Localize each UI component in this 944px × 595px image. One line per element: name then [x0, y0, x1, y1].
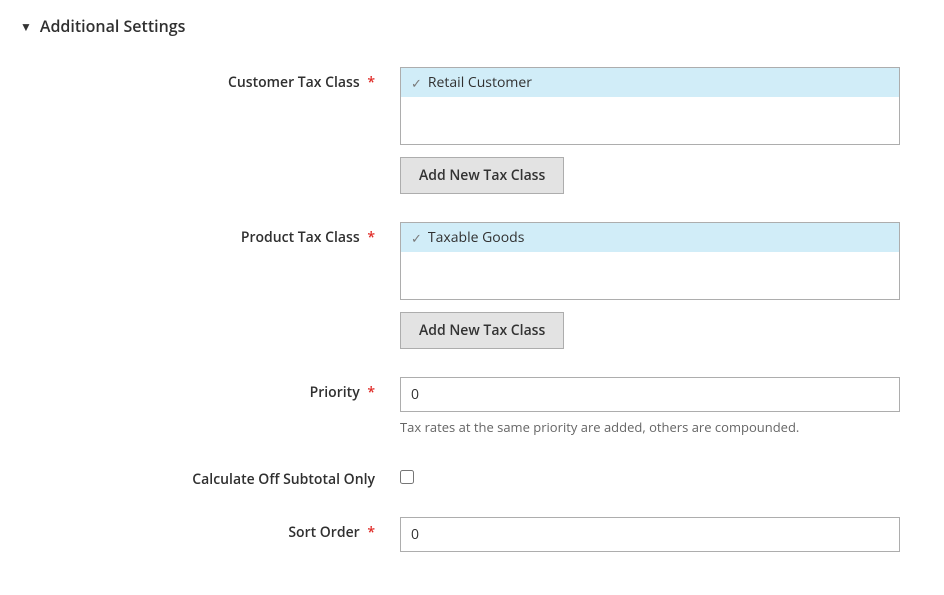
- customer-tax-class-label: Customer Tax Class *: [20, 67, 400, 92]
- customer-tax-class-option[interactable]: ✓ Retail Customer: [401, 68, 899, 97]
- required-mark-icon: *: [367, 383, 375, 402]
- label-text: Customer Tax Class: [228, 73, 360, 92]
- section-title: Additional Settings: [40, 15, 186, 37]
- label-text: Priority: [310, 383, 360, 402]
- checkmark-icon: ✓: [411, 229, 422, 247]
- collapse-arrow-icon: ▼: [20, 18, 32, 35]
- required-mark-icon: *: [367, 73, 375, 92]
- product-tax-class-field: ✓ Taxable Goods Add New Tax Class: [400, 222, 900, 349]
- priority-row: Priority * Tax rates at the same priorit…: [20, 377, 924, 436]
- priority-label: Priority *: [20, 377, 400, 402]
- product-tax-class-row: Product Tax Class * ✓ Taxable Goods Add …: [20, 222, 924, 349]
- customer-tax-class-field: ✓ Retail Customer Add New Tax Class: [400, 67, 900, 194]
- product-tax-class-label: Product Tax Class *: [20, 222, 400, 247]
- calculate-off-subtotal-field: [400, 464, 900, 489]
- required-mark-icon: *: [367, 523, 375, 542]
- sort-order-input[interactable]: [400, 517, 900, 552]
- section-header[interactable]: ▼ Additional Settings: [20, 15, 924, 37]
- add-product-tax-class-button[interactable]: Add New Tax Class: [400, 312, 564, 349]
- label-text: Calculate Off Subtotal Only: [192, 470, 375, 489]
- required-mark-icon: *: [367, 228, 375, 247]
- calculate-off-subtotal-checkbox[interactable]: [400, 470, 414, 484]
- priority-input[interactable]: [400, 377, 900, 412]
- priority-help-text: Tax rates at the same priority are added…: [400, 418, 900, 436]
- sort-order-label: Sort Order *: [20, 517, 400, 542]
- priority-field: Tax rates at the same priority are added…: [400, 377, 900, 436]
- product-tax-class-option[interactable]: ✓ Taxable Goods: [401, 223, 899, 252]
- calculate-off-subtotal-label: Calculate Off Subtotal Only: [20, 464, 400, 489]
- label-text: Sort Order: [288, 523, 359, 542]
- sort-order-field: [400, 517, 900, 552]
- product-tax-class-select[interactable]: ✓ Taxable Goods: [400, 222, 900, 300]
- checkmark-icon: ✓: [411, 74, 422, 92]
- calculate-off-subtotal-row: Calculate Off Subtotal Only: [20, 464, 924, 489]
- option-label: Taxable Goods: [428, 228, 524, 247]
- option-label: Retail Customer: [428, 73, 532, 92]
- add-customer-tax-class-button[interactable]: Add New Tax Class: [400, 157, 564, 194]
- label-text: Product Tax Class: [241, 228, 360, 247]
- customer-tax-class-select[interactable]: ✓ Retail Customer: [400, 67, 900, 145]
- customer-tax-class-row: Customer Tax Class * ✓ Retail Customer A…: [20, 67, 924, 194]
- sort-order-row: Sort Order *: [20, 517, 924, 552]
